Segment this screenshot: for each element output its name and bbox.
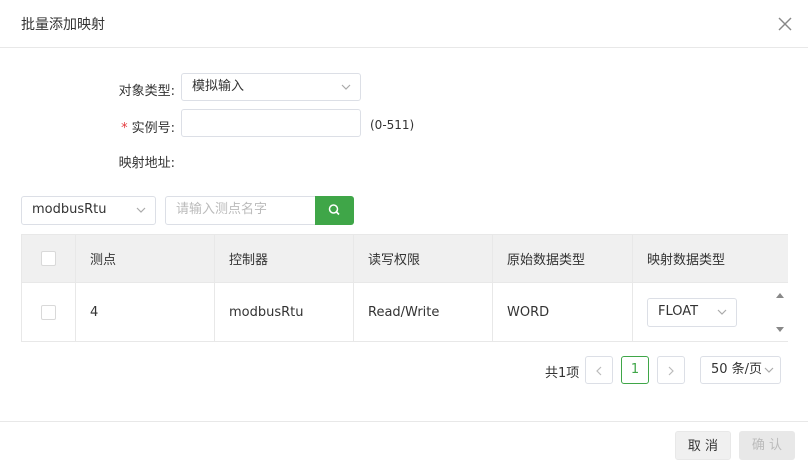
chevron-down-icon	[717, 309, 727, 315]
close-icon[interactable]	[776, 15, 794, 33]
chevron-right-icon	[668, 366, 674, 376]
object-type-select[interactable]: 模拟输入	[181, 73, 361, 101]
chevron-down-icon	[341, 84, 351, 90]
chevron-down-icon	[136, 207, 146, 213]
protocol-value: modbusRtu	[32, 202, 107, 217]
instance-input[interactable]	[181, 109, 361, 137]
instance-label-text: 实例号:	[131, 121, 175, 136]
batch-add-mapping-dialog: 批量添加映射 对象类型: 模拟输入 * 实例号: (0-511) 映射地址: mo…	[0, 0, 808, 466]
map-type-value: FLOAT	[658, 303, 699, 319]
search-input[interactable]: 请输入测点名字	[165, 196, 316, 225]
table-header: 测点 控制器 读写权限 原始数据类型 映射数据类型	[22, 235, 788, 283]
search-button[interactable]	[315, 196, 354, 225]
chevron-left-icon	[596, 366, 602, 376]
instance-label: * 实例号:	[55, 117, 175, 136]
select-all-cell	[22, 235, 76, 282]
header-point: 测点	[76, 235, 215, 282]
page-size-select[interactable]: 50 条/页	[700, 356, 781, 384]
object-type-value: 模拟输入	[192, 79, 245, 94]
cancel-button[interactable]: 取 消	[675, 431, 731, 460]
dialog-header: 批量添加映射	[0, 0, 808, 48]
select-all-checkbox[interactable]	[41, 251, 56, 266]
search-placeholder: 请输入测点名字	[176, 202, 268, 217]
header-permission: 读写权限	[354, 235, 493, 282]
table-scrollbar[interactable]	[772, 283, 788, 341]
mapping-table: 测点 控制器 读写权限 原始数据类型 映射数据类型 4 modbusRtu Re…	[21, 234, 788, 342]
row-select-cell	[22, 283, 76, 341]
cell-controller: modbusRtu	[215, 283, 354, 341]
instance-range-hint: (0-511)	[370, 118, 415, 132]
page-button[interactable]: 1	[621, 356, 649, 384]
map-type-select[interactable]: FLOAT	[647, 297, 737, 327]
chevron-down-icon	[764, 367, 774, 373]
header-raw-type: 原始数据类型	[493, 235, 633, 282]
scroll-up-icon[interactable]	[776, 293, 784, 298]
confirm-button[interactable]: 确 认	[739, 431, 795, 460]
cell-permission: Read/Write	[354, 283, 493, 341]
dialog-title: 批量添加映射	[21, 17, 105, 33]
header-controller: 控制器	[215, 235, 354, 282]
object-type-label: 对象类型:	[118, 84, 175, 99]
next-page-button[interactable]	[657, 356, 685, 384]
row-checkbox[interactable]	[41, 304, 56, 320]
page-size-value: 50 条/页	[711, 362, 763, 377]
prev-page-button[interactable]	[585, 356, 613, 384]
pagination-total: 共1项	[545, 366, 580, 381]
scroll-down-icon[interactable]	[776, 327, 784, 332]
cell-map-type: FLOAT	[633, 283, 772, 341]
map-address-label: 映射地址:	[118, 156, 175, 171]
header-map-type: 映射数据类型	[647, 253, 726, 268]
search-icon	[328, 204, 340, 216]
required-mark: *	[121, 121, 128, 136]
cell-point: 4	[76, 283, 215, 341]
cell-raw-type: WORD	[493, 283, 633, 341]
table-row: 4 modbusRtu Read/Write WORD FLOAT	[22, 283, 772, 341]
protocol-select[interactable]: modbusRtu	[21, 196, 156, 225]
